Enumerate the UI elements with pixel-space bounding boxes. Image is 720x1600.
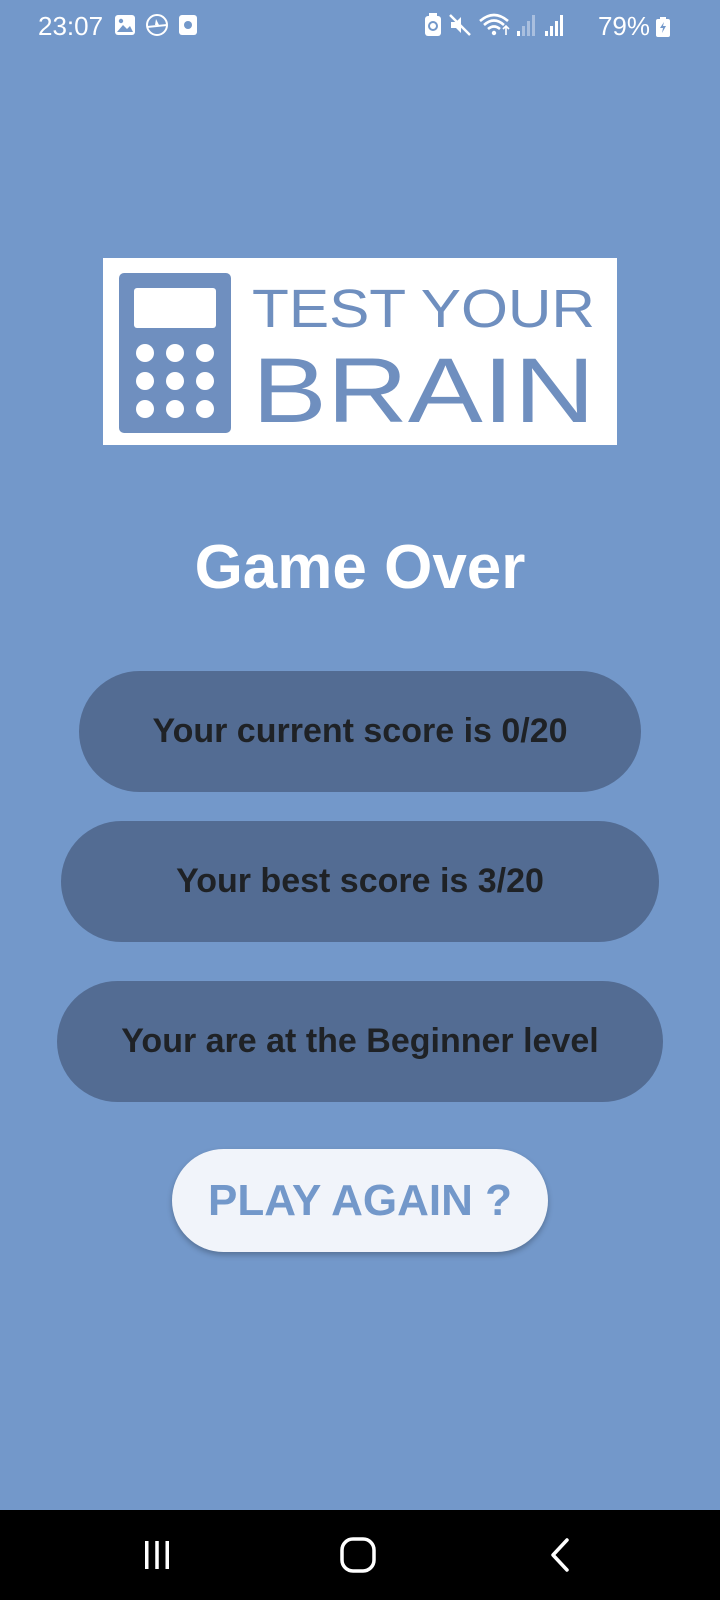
recents-button[interactable] xyxy=(97,1510,217,1600)
level-label: Your are at the Beginner level xyxy=(57,981,663,1102)
home-button[interactable] xyxy=(298,1510,418,1600)
status-time: 23:07 xyxy=(38,11,104,41)
page-title: Game Over xyxy=(194,533,526,602)
battery-charging-icon xyxy=(656,17,670,37)
navigation-bar xyxy=(0,1510,720,1600)
back-button[interactable] xyxy=(500,1510,620,1600)
gallery-icon xyxy=(115,15,135,35)
battery-percent: 79% xyxy=(597,11,650,41)
media-icon xyxy=(179,15,197,35)
logo-line1: TEST YOUR xyxy=(252,279,595,339)
status-right-icons xyxy=(424,13,566,37)
wifi-icon xyxy=(479,13,510,36)
back-icon xyxy=(551,1538,569,1572)
mute-icon xyxy=(449,14,471,36)
battery-saver-icon xyxy=(425,13,441,36)
app-logo: TEST YOUR BRAIN xyxy=(103,258,617,445)
signal-icon-1 xyxy=(517,15,535,36)
current-score-label: Your current score is 0/20 xyxy=(79,671,641,792)
calculator-icon xyxy=(119,273,231,433)
airplane-app-icon xyxy=(146,14,168,36)
status-left-icons xyxy=(114,13,198,37)
play-again-label: PLAY AGAIN ? xyxy=(208,1175,512,1225)
signal-icon-2 xyxy=(545,15,563,36)
home-icon xyxy=(340,1537,376,1573)
recents-icon xyxy=(145,1541,169,1569)
best-score-label: Your best score is 3/20 xyxy=(61,821,659,942)
play-again-button[interactable]: PLAY AGAIN ? xyxy=(172,1149,548,1252)
status-bar: 23:07 79% xyxy=(0,0,720,52)
logo-line2: BRAIN xyxy=(252,340,595,442)
